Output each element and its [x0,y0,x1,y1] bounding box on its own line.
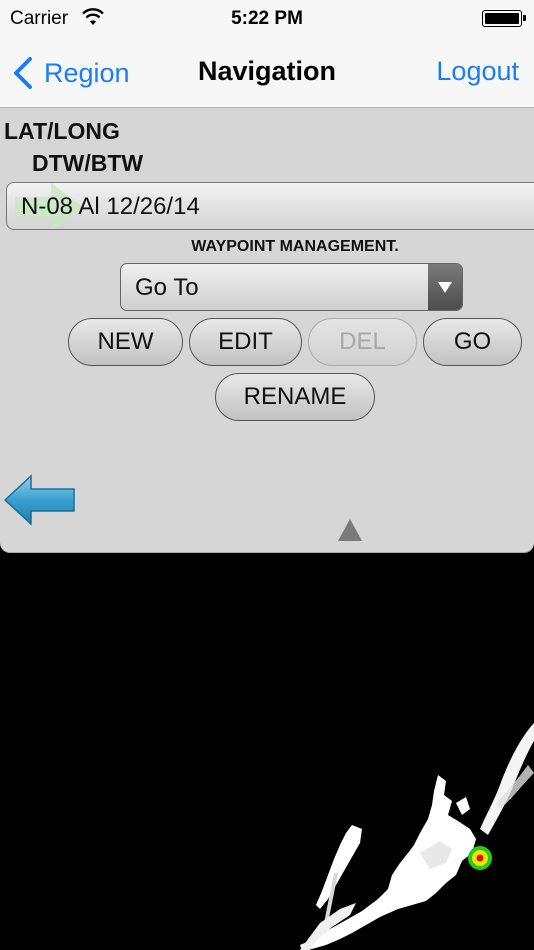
waypoint-action-value: Go To [135,274,199,301]
lat-long-label: LAT/LONG [4,118,120,144]
waypoint-name: N-08 Al 12/26/14 [21,193,200,220]
go-waypoint-button[interactable]: GO [423,318,522,366]
edit-waypoint-button[interactable]: EDIT [189,318,302,366]
dtw-btw-label: DTW/BTW [32,150,144,176]
delete-waypoint-button[interactable]: DEL [308,318,417,366]
region-back-label: Region [44,57,130,88]
waypoint-management-label: WAYPOINT MANAGEMENT. [191,238,399,255]
logout-button[interactable]: Logout [436,56,519,87]
dropdown-arrow-icon [428,264,462,310]
waypoint-panel: LAT/LONG DTW/BTW N-08 Al 12/26/14 WAYPOI… [0,108,534,553]
new-waypoint-button[interactable]: NEW [68,318,183,366]
waypoint-name-field[interactable]: N-08 Al 12/26/14 [6,182,534,230]
clock: 5:22 PM [231,8,303,29]
waypoint-action-select[interactable]: Go To [120,263,463,311]
map-view[interactable] [0,553,534,950]
region-back-button[interactable]: Region [12,53,130,93]
rename-waypoint-button[interactable]: RENAME [215,373,375,421]
navigation-bar: Region Navigation Logout [0,38,534,108]
terrain-map [300,723,534,950]
battery-icon [482,10,526,27]
status-bar: Carrier 5:22 PM [0,0,534,38]
arrow-left-icon[interactable] [3,474,77,526]
triangle-up-icon[interactable] [337,518,363,542]
chevron-left-icon [14,57,32,89]
